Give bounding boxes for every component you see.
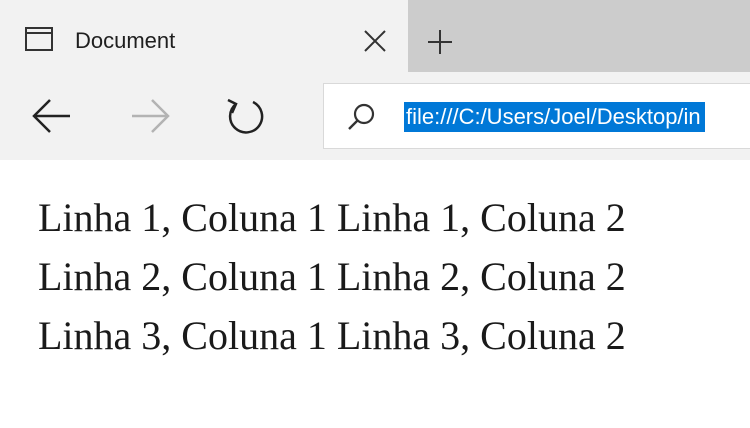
table-cell: Linha 3, Coluna 2 [336,313,626,358]
url-text[interactable]: file:///C:/Users/Joel/Desktop/in [404,102,705,132]
plus-icon[interactable] [424,26,456,58]
table-cell: Linha 2, Coluna 2 [336,254,626,299]
search-icon [346,102,376,132]
arrow-left-icon [32,99,70,133]
table-cell: Linha 1, Coluna 2 [336,195,626,240]
table-cell: Linha 1, Coluna 1 [38,195,327,240]
back-button[interactable] [20,72,80,160]
arrow-right-icon [132,99,170,133]
tab-document[interactable]: Document [0,0,408,72]
refresh-button[interactable] [214,72,274,160]
close-icon[interactable] [362,28,388,54]
table-cell: Linha 3, Coluna 1 [38,313,327,358]
forward-button[interactable] [118,72,178,160]
table-row: Linha 1, Coluna 1 Linha 1, Coluna 2 [38,188,738,247]
page-icon [25,27,53,51]
table-row: Linha 2, Coluna 1 Linha 2, Coluna 2 [38,247,738,306]
tab-strip: Document [0,0,750,72]
browser-window: Document file:///C:/Users/Joel/Desktop/i… [0,0,750,428]
table-row: Linha 3, Coluna 1 Linha 3, Coluna 2 [38,306,738,365]
tab-title: Document [75,28,176,53]
address-bar[interactable]: file:///C:/Users/Joel/Desktop/in [323,83,750,149]
table-cell: Linha 2, Coluna 1 [38,254,327,299]
refresh-icon [227,98,264,134]
page-content: Linha 1, Coluna 1 Linha 1, Coluna 2 Linh… [38,188,738,365]
navigation-bar: file:///C:/Users/Joel/Desktop/in [0,72,750,160]
